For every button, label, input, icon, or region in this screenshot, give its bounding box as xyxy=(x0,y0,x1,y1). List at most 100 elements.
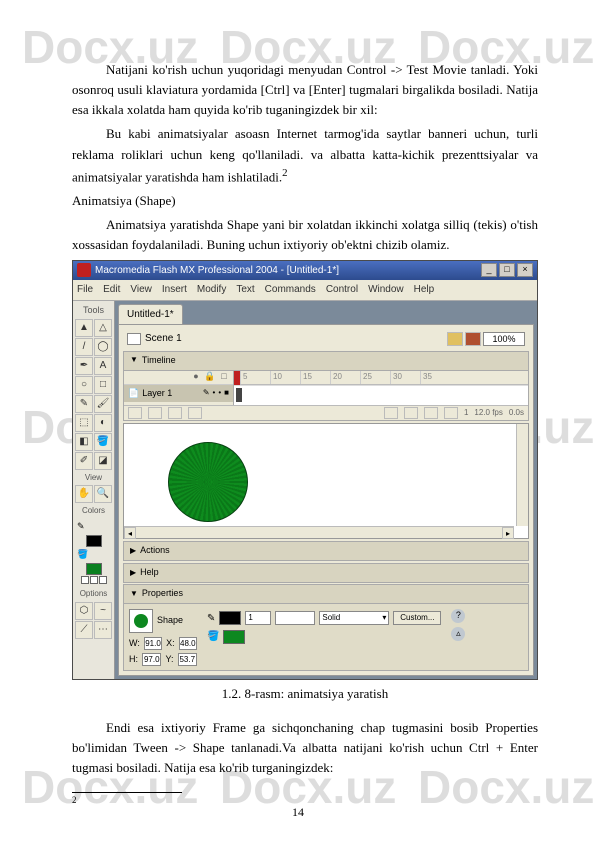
title-bar: Macromedia Flash MX Professional 2004 - … xyxy=(73,261,537,281)
hand-tool[interactable]: ✋ xyxy=(75,485,93,503)
edit-scene-button[interactable] xyxy=(447,332,463,346)
timeline-panel: ▼ Timeline ● 🔒 □ 📄 xyxy=(123,351,529,421)
frame-tick: 20 xyxy=(330,371,360,384)
actions-panel[interactable]: ▶Actions xyxy=(123,541,529,561)
scroll-right-button[interactable]: ▸ xyxy=(502,527,514,539)
stage[interactable]: ◂ ▸ xyxy=(123,423,529,539)
keyframe[interactable] xyxy=(236,388,242,402)
ink-bottle-tool[interactable]: ◧ xyxy=(75,433,93,451)
menu-view[interactable]: View xyxy=(130,282,152,298)
x-label: X: xyxy=(166,637,175,651)
swap-colors-button[interactable] xyxy=(99,576,107,584)
minimize-button[interactable]: _ xyxy=(481,263,497,277)
menu-modify[interactable]: Modify xyxy=(197,282,226,298)
y-input[interactable]: 53.7 xyxy=(178,653,197,666)
x-input[interactable]: 48.0 xyxy=(179,637,197,650)
snap-option[interactable]: ⬡ xyxy=(75,602,93,620)
stroke-preview xyxy=(275,611,315,625)
add-folder-button[interactable] xyxy=(168,407,182,419)
layer-row[interactable]: 📄 Layer 1 ✎ • • ■ xyxy=(124,385,233,403)
brush-tool[interactable]: 🖌 xyxy=(94,395,112,413)
menu-help[interactable]: Help xyxy=(414,282,435,298)
flash-app-window: Macromedia Flash MX Professional 2004 - … xyxy=(72,260,538,680)
line-tool[interactable]: / xyxy=(75,338,93,356)
selection-tool[interactable]: ▲ xyxy=(75,319,93,337)
eyedropper-tool[interactable]: ✐ xyxy=(75,452,93,470)
zoom-tool[interactable]: 🔍 xyxy=(94,485,112,503)
modify-onion-button[interactable] xyxy=(444,407,458,419)
eraser-tool[interactable]: ◪ xyxy=(94,452,112,470)
subselection-tool[interactable]: △ xyxy=(94,319,112,337)
pencil-tool[interactable]: ✎ xyxy=(75,395,93,413)
close-button[interactable]: × xyxy=(517,263,533,277)
menu-insert[interactable]: Insert xyxy=(162,282,187,298)
text-tool[interactable]: A xyxy=(94,357,112,375)
view-label: View xyxy=(75,470,112,485)
frame-tick: 30 xyxy=(390,371,420,384)
vertical-scrollbar[interactable] xyxy=(516,424,528,526)
lasso-tool[interactable]: ◯ xyxy=(94,338,112,356)
height-input[interactable]: 97.0 xyxy=(142,653,161,666)
collapse-icon[interactable]: ▼ xyxy=(130,354,138,366)
add-layer-button[interactable] xyxy=(128,407,142,419)
info-icon[interactable]: ? xyxy=(451,609,465,623)
menu-text[interactable]: Text xyxy=(236,282,254,298)
timeline-label: Timeline xyxy=(142,354,176,368)
show-hide-icon[interactable]: ● xyxy=(191,372,201,382)
option-4[interactable]: ⋯ xyxy=(94,621,112,639)
oval-shape[interactable] xyxy=(168,442,248,522)
width-label: W: xyxy=(129,637,140,651)
stroke-weight-input[interactable]: 1 xyxy=(245,611,271,625)
edit-multiple-button[interactable] xyxy=(424,407,438,419)
menu-edit[interactable]: Edit xyxy=(103,282,120,298)
paint-bucket-tool[interactable]: 🪣 xyxy=(94,433,112,451)
maximize-button[interactable]: □ xyxy=(499,263,515,277)
straighten-option[interactable]: ⟋ xyxy=(75,621,93,639)
onion-skin-button[interactable] xyxy=(384,407,398,419)
menu-window[interactable]: Window xyxy=(368,282,404,298)
outline-icon[interactable]: □ xyxy=(219,372,229,382)
custom-button[interactable]: Custom... xyxy=(393,611,441,625)
zoom-level[interactable]: 100% xyxy=(483,332,525,346)
tools-label: Tools xyxy=(75,303,112,319)
smooth-option[interactable]: ~ xyxy=(94,602,112,620)
horizontal-scrollbar[interactable]: ◂ ▸ xyxy=(124,526,514,538)
add-guide-button[interactable] xyxy=(148,407,162,419)
fps-display: 12.0 fps xyxy=(474,407,502,419)
stroke-color-swatch[interactable] xyxy=(86,535,102,547)
menu-commands[interactable]: Commands xyxy=(265,282,316,298)
menu-file[interactable]: File xyxy=(77,282,93,298)
document-tab[interactable]: Untitled-1* xyxy=(118,304,183,325)
fill-color-input[interactable] xyxy=(223,630,245,644)
current-frame: 1 xyxy=(464,407,468,419)
width-input[interactable]: 91.0 xyxy=(144,637,162,650)
shape-label: Shape xyxy=(157,614,183,628)
frame-tick: 10 xyxy=(270,371,300,384)
scene-icon xyxy=(127,333,141,345)
expand-icon[interactable]: ▵ xyxy=(451,627,465,641)
lock-icon[interactable]: 🔒 xyxy=(205,372,215,382)
oval-tool[interactable]: ○ xyxy=(75,376,93,394)
pen-tool[interactable]: ✒ xyxy=(75,357,93,375)
y-label: Y: xyxy=(165,653,173,667)
edit-symbols-button[interactable] xyxy=(465,332,481,346)
rectangle-tool[interactable]: □ xyxy=(94,376,112,394)
colors-label: Colors xyxy=(75,503,112,518)
paragraph-1: Natijani ko'rish uchun yuqoridagi menyud… xyxy=(72,60,538,120)
collapse-icon[interactable]: ▼ xyxy=(130,588,138,600)
stroke-style-select[interactable]: Solid▾ xyxy=(319,611,389,625)
menu-control[interactable]: Control xyxy=(326,282,358,298)
delete-layer-button[interactable] xyxy=(188,407,202,419)
onion-outline-button[interactable] xyxy=(404,407,418,419)
scroll-left-button[interactable]: ◂ xyxy=(124,527,136,539)
paragraph-2: Bu kabi animatsiyalar asoasn Internet ta… xyxy=(72,124,538,187)
free-transform-tool[interactable]: ⬚ xyxy=(75,414,93,432)
properties-label: Properties xyxy=(142,587,183,601)
black-white-button[interactable] xyxy=(81,576,89,584)
fill-color-swatch[interactable] xyxy=(86,563,102,575)
no-color-button[interactable] xyxy=(90,576,98,584)
stroke-color-input[interactable] xyxy=(219,611,241,625)
properties-panel: ▼ Properties Shape W: xyxy=(123,584,529,671)
help-panel[interactable]: ▶Help xyxy=(123,563,529,583)
fill-transform-tool[interactable]: ◐ xyxy=(94,414,112,432)
